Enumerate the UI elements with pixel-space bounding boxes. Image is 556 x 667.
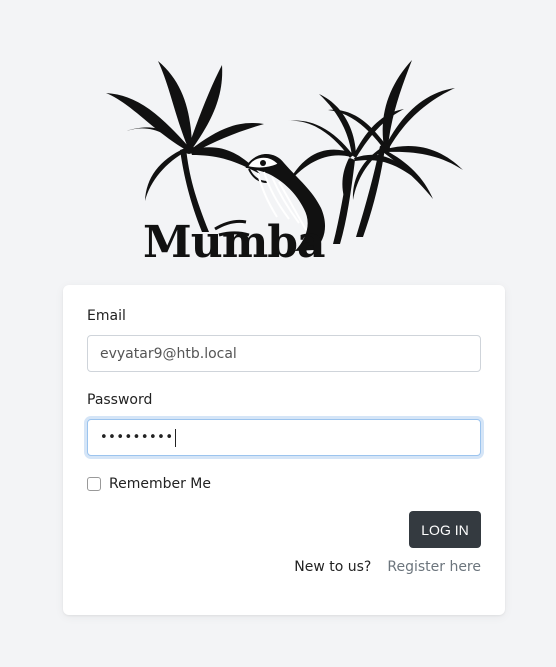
- register-row: New to us? Register here: [294, 559, 481, 575]
- email-value: evyatar9@htb.local: [100, 345, 237, 362]
- login-button[interactable]: LOG IN: [409, 511, 481, 548]
- email-input[interactable]: evyatar9@htb.local: [87, 335, 481, 372]
- remember-me-checkbox[interactable]: [87, 477, 101, 491]
- password-label: Password: [87, 392, 153, 408]
- password-mask: •••••••••: [100, 430, 174, 445]
- register-link[interactable]: Register here: [387, 559, 481, 575]
- palm-trees-snake-logo-icon: Mumba: [106, 60, 463, 266]
- new-to-us-text: New to us?: [294, 559, 372, 575]
- email-label: Email: [87, 308, 126, 324]
- mumba-logo: Mumba: [98, 52, 468, 266]
- remember-me-label: Remember Me: [109, 476, 211, 492]
- remember-me-control[interactable]: Remember Me: [87, 476, 211, 492]
- password-input[interactable]: •••••••••: [87, 419, 481, 456]
- login-card: Email evyatar9@htb.local Password ••••••…: [63, 285, 505, 615]
- logo-text: Mumba: [143, 217, 325, 266]
- text-caret: [174, 428, 176, 447]
